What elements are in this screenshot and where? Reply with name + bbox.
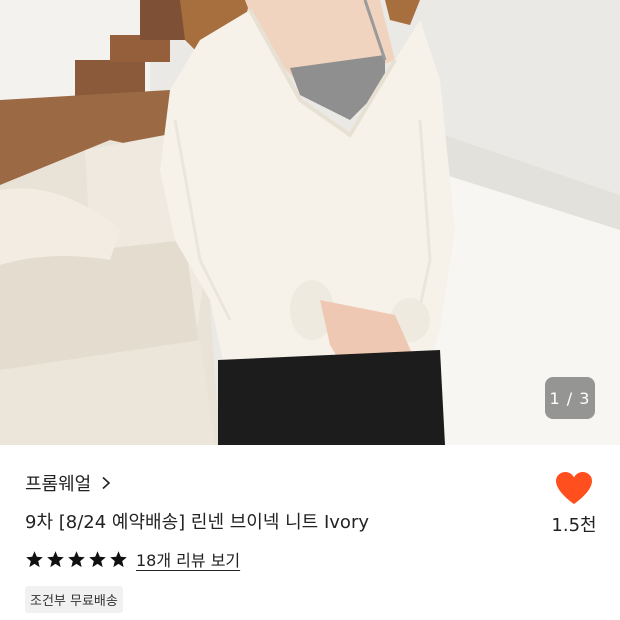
rating-stars [25, 550, 128, 569]
chevron-right-icon [102, 476, 111, 490]
product-photo [0, 0, 620, 445]
brand-link[interactable]: 프롬웨얼 [25, 470, 113, 496]
brand-name: 프롬웨얼 [25, 474, 92, 495]
rating-row: 18개 리뷰 보기 [25, 547, 240, 571]
product-title: 9차 [8/24 예약배송] 린넨 브이넥 니트 Ivory [25, 512, 369, 533]
star-icon [89, 550, 106, 567]
star-icon [110, 550, 127, 567]
star-icon [26, 550, 43, 567]
shipping-badge: 조건부 무료배송 [25, 586, 123, 613]
like-count: 1.5천 [551, 515, 597, 536]
review-link[interactable]: 18개 리뷰 보기 [136, 547, 240, 571]
product-info: 프롬웨얼 9차 [8/24 예약배송] 린넨 브이넥 니트 Ivory 18개 … [0, 445, 620, 620]
star-icon [47, 550, 64, 567]
star-icon [68, 550, 85, 567]
image-page-indicator: 1 / 3 [545, 377, 595, 419]
product-image[interactable]: 1 / 3 [0, 0, 620, 445]
like-button[interactable]: 1.5천 [548, 471, 600, 537]
heart-icon [556, 472, 592, 504]
